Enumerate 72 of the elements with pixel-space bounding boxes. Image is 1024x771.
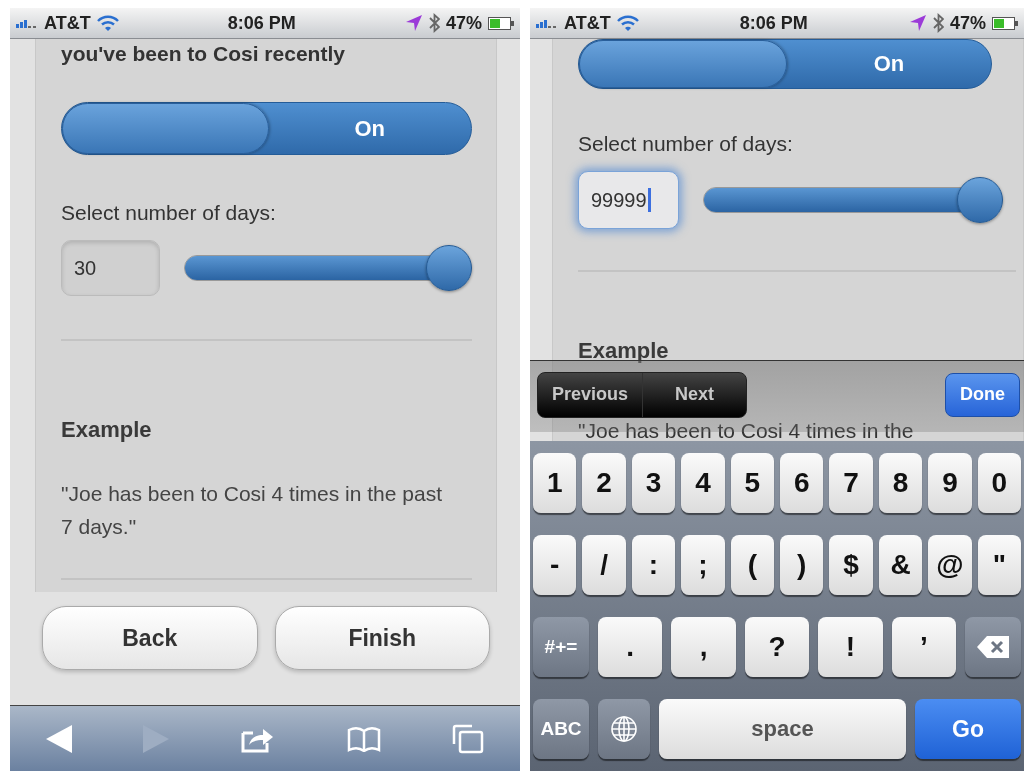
keyboard-key[interactable]: 0	[977, 453, 1022, 513]
nav-button[interactable]: Back	[42, 606, 258, 670]
previous-button[interactable]: Previous	[538, 372, 643, 417]
days-input-field[interactable]: 99999	[578, 171, 679, 229]
backspace-key[interactable]	[965, 617, 1022, 677]
field-label: Select number of days:	[61, 201, 277, 225]
slider[interactable]	[183, 244, 472, 292]
keyboard-key[interactable]: #+=	[533, 617, 589, 677]
keyboard-key[interactable]: (	[730, 535, 775, 595]
space-key[interactable]: space	[659, 699, 906, 759]
keyboard-key[interactable]: 4	[681, 453, 725, 513]
toggle-switch[interactable]: On	[61, 102, 472, 155]
wifi-icon	[96, 15, 119, 31]
wifi-icon	[616, 15, 639, 31]
carrier-name: AT&T	[44, 12, 91, 34]
keyboard-key[interactable]: /	[582, 535, 626, 595]
example-text: "Joe has been to Cosi 4 times in the	[578, 420, 915, 442]
keyboard-key[interactable]: 3	[631, 453, 676, 513]
slider-handle[interactable]	[957, 177, 1003, 223]
toggle-switch[interactable]: On	[578, 39, 992, 89]
battery-icon	[992, 16, 1018, 30]
slider-handle[interactable]	[426, 245, 472, 291]
next-button[interactable]: Next	[642, 372, 747, 417]
book-icon[interactable]	[346, 725, 381, 752]
keyboard-key[interactable]: !	[818, 617, 883, 677]
nav-button[interactable]: Finish	[274, 606, 490, 670]
bluetooth-icon	[932, 13, 944, 33]
carrier-name: AT&T	[564, 12, 611, 34]
keyboard-key[interactable]: -	[533, 535, 577, 595]
keyboard-key[interactable]: ?	[744, 617, 810, 677]
keyboard-key[interactable]: )	[780, 535, 824, 595]
keyboard-key[interactable]: 1	[533, 453, 577, 513]
backspace-icon	[976, 635, 1011, 659]
location-arrow-icon	[908, 14, 927, 32]
battery-icon	[488, 16, 514, 30]
keyboard-key[interactable]: 5	[730, 453, 775, 513]
days-input-field[interactable]: 30	[61, 240, 160, 296]
keyboard-key[interactable]: ,	[671, 617, 736, 677]
field-label: Select number of days:	[578, 132, 794, 156]
keyboard-key[interactable]: ;	[681, 535, 725, 595]
battery-percent: 47%	[445, 12, 482, 34]
keyboard-key[interactable]: 8	[878, 453, 923, 513]
battery-percent: 47%	[949, 12, 986, 34]
clock-time: 8:06 PM	[227, 12, 296, 34]
keyboard-key[interactable]: 9	[928, 453, 972, 513]
example-title: Example	[61, 417, 153, 443]
keyboard-key[interactable]: 6	[780, 453, 824, 513]
keyboard-key[interactable]: .	[598, 617, 663, 677]
example-title: Example	[578, 338, 670, 364]
keyboard-key[interactable]: ’	[891, 617, 957, 677]
back-arrow-icon[interactable]	[45, 724, 72, 753]
example-text: "Joe has been to Cosi 4 times in the past 7 days."	[61, 481, 443, 540]
keyboard-key[interactable]: 7	[829, 453, 873, 513]
go-key[interactable]: Go	[915, 699, 1021, 759]
keyboard-key[interactable]: :	[631, 535, 676, 595]
keyboard-key[interactable]: &	[878, 535, 923, 595]
done-button[interactable]: Done	[945, 372, 1020, 417]
keyboard-key[interactable]: @	[928, 535, 972, 595]
clock-time: 8:06 PM	[739, 12, 808, 34]
keyboard-key[interactable]: "	[977, 535, 1022, 595]
bluetooth-icon	[428, 13, 440, 33]
globe-icon	[610, 715, 638, 743]
location-arrow-icon	[404, 14, 423, 32]
globe-key[interactable]	[598, 699, 650, 759]
signal-icon	[16, 18, 38, 28]
slider[interactable]	[703, 176, 1003, 224]
keyboard-key[interactable]: $	[829, 535, 873, 595]
tabs-icon[interactable]	[452, 723, 485, 754]
section-heading: you've been to Cosi recently	[61, 41, 346, 67]
keyboard-key[interactable]: 2	[582, 453, 626, 513]
keyboard-key[interactable]: ABC	[533, 699, 589, 759]
signal-icon	[536, 18, 558, 28]
